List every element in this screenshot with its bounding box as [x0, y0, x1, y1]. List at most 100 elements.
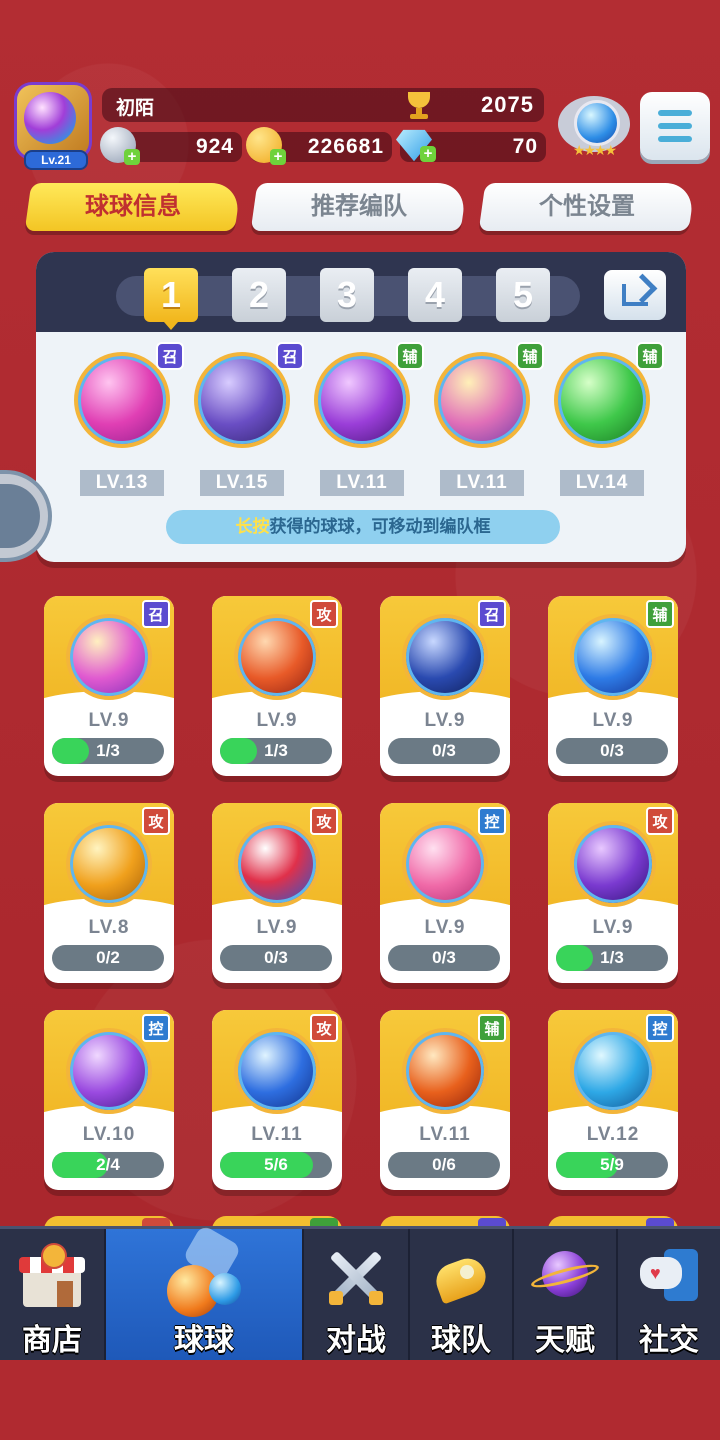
- squad-slot-2[interactable]: 2: [232, 268, 286, 322]
- share-button[interactable]: [604, 270, 666, 320]
- squad-ball-1[interactable]: 召: [74, 342, 184, 448]
- add-diamond-button[interactable]: +: [420, 146, 436, 162]
- nav-shop[interactable]: 商店: [0, 1229, 104, 1363]
- energy-icon: +: [100, 127, 140, 165]
- ball-level: LV.11: [251, 1124, 303, 1145]
- progress-text: 0/3: [600, 741, 624, 760]
- upgrade-progress-bar: 1/3: [52, 738, 164, 764]
- ball-card[interactable]: 攻 LV.8 0/2: [44, 803, 174, 983]
- ball-level: LV.9: [424, 917, 466, 938]
- player-level: Lv.21: [24, 150, 88, 170]
- ball-level: LV.12: [586, 1124, 640, 1145]
- ball-type-tag: 攻: [142, 807, 170, 835]
- player-avatar[interactable]: Lv.21: [10, 78, 98, 170]
- squad-hint: 长按获得的球球，可移动到编队框: [166, 510, 560, 544]
- energy-value: 924: [195, 135, 234, 158]
- ball-card[interactable]: 召 LV.9 1/3: [44, 596, 174, 776]
- ball-type-tag: 攻: [310, 807, 338, 835]
- ball-card[interactable]: 召 LV.9 0/3: [380, 596, 510, 776]
- ball-card[interactable]: 攻 LV.11 5/6: [212, 1010, 342, 1190]
- ball-level: LV.11: [419, 1124, 471, 1145]
- squad-ball-level: LV.14: [560, 470, 644, 496]
- nav-team[interactable]: 球队: [410, 1229, 512, 1363]
- balls-icon: [159, 1224, 249, 1319]
- nav-balls[interactable]: 球球: [106, 1224, 302, 1363]
- crossed-swords-icon: [321, 1243, 391, 1313]
- menu-line: [658, 110, 692, 116]
- squad-ball-2[interactable]: 召: [194, 342, 304, 448]
- progress-text: 5/9: [600, 1155, 624, 1174]
- ball-level: LV.10: [82, 1124, 136, 1145]
- ball-type-tag: 召: [156, 342, 184, 370]
- add-coin-button[interactable]: +: [270, 149, 286, 165]
- ball-type-tag: 召: [276, 342, 304, 370]
- trophy-count: 2075: [481, 92, 534, 117]
- squad-ball-level: LV.11: [440, 470, 524, 496]
- planet-icon: [529, 1243, 601, 1313]
- ball-card[interactable]: 攻 LV.9 1/3: [212, 596, 342, 776]
- progress-text: 1/3: [600, 948, 624, 967]
- ball-type-tag: 攻: [646, 807, 674, 835]
- ball-level: LV.9: [88, 710, 130, 731]
- hint-highlight: 长按: [235, 517, 270, 536]
- ball-level: LV.9: [592, 917, 634, 938]
- squad-slot-4[interactable]: 4: [408, 268, 462, 322]
- upgrade-progress-bar: 1/3: [556, 945, 668, 971]
- wings-orb-icon: [402, 1028, 488, 1114]
- ball-card[interactable]: 控 LV.12 5/9: [548, 1010, 678, 1190]
- squad-ball-level: LV.15: [200, 470, 284, 496]
- void-orb-icon: [402, 614, 488, 700]
- ball-card[interactable]: 辅 LV.11 0/6: [380, 1010, 510, 1190]
- hint-text: 获得的球球，可移动到编队框: [269, 517, 491, 536]
- upgrade-progress-bar: 0/2: [52, 945, 164, 971]
- progress-text: 0/3: [432, 741, 456, 760]
- ball-type-tag: 辅: [396, 342, 424, 370]
- upgrade-progress-bar: 0/6: [388, 1152, 500, 1178]
- squad-ball-level: LV.13: [80, 470, 164, 496]
- avatar-gem-icon: [24, 92, 76, 144]
- whistle-icon: [426, 1243, 496, 1313]
- tab-ball-info[interactable]: 球球信息: [24, 183, 242, 231]
- add-energy-button[interactable]: +: [124, 149, 140, 165]
- upgrade-progress-bar: 5/6: [220, 1152, 332, 1178]
- yinyang-orb-icon: [234, 821, 320, 907]
- coin-bar: + 226681: [246, 127, 392, 165]
- ball-level: LV.9: [256, 710, 298, 731]
- shop-icon: [17, 1243, 87, 1313]
- bottom-filler: [0, 1360, 720, 1440]
- tab-personal-settings[interactable]: 个性设置: [478, 183, 696, 231]
- rank-medal-icon[interactable]: ★★★★: [556, 90, 632, 166]
- squad-slot-5[interactable]: 5: [496, 268, 550, 322]
- ball-card[interactable]: 控 LV.9 0/3: [380, 803, 510, 983]
- squad-slot-1[interactable]: 1: [144, 268, 198, 330]
- progress-text: 5/6: [264, 1155, 288, 1174]
- ball-type-tag: 辅: [478, 1014, 506, 1042]
- squad-ball-3[interactable]: 辅: [314, 342, 424, 448]
- nav-battle[interactable]: 对战: [304, 1229, 408, 1363]
- progress-text: 0/6: [432, 1155, 456, 1174]
- tab-recommended-squad[interactable]: 推荐编队: [250, 183, 468, 231]
- ball-card[interactable]: 攻 LV.9 1/3: [548, 803, 678, 983]
- flame-orb-icon: [234, 614, 320, 700]
- chat-heart-icon: ♥: [634, 1243, 704, 1313]
- coin-value: 226681: [307, 135, 384, 158]
- ball-card[interactable]: 辅 LV.9 0/3: [548, 596, 678, 776]
- ball-type-tag: 辅: [516, 342, 544, 370]
- nav-talent[interactable]: 天赋: [514, 1229, 616, 1363]
- menu-button[interactable]: [640, 92, 710, 160]
- nav-social[interactable]: ♥ 社交: [618, 1229, 720, 1363]
- ball-card[interactable]: 控 LV.10 2/4: [44, 1010, 174, 1190]
- progress-text: 2/4: [96, 1155, 120, 1174]
- upgrade-progress-bar: 1/3: [220, 738, 332, 764]
- squad-ball-5[interactable]: 辅: [554, 342, 664, 448]
- ball-card[interactable]: 攻 LV.9 0/3: [212, 803, 342, 983]
- ball-type-tag: 召: [142, 600, 170, 628]
- diamond-bar: + 70: [396, 129, 546, 162]
- ball-type-tag: 控: [646, 1014, 674, 1042]
- squad-slot-3[interactable]: 3: [320, 268, 374, 322]
- progress-text: 0/2: [96, 948, 120, 967]
- ball-type-tag: 控: [478, 807, 506, 835]
- sword-cross-orb-icon: [570, 821, 656, 907]
- coin-icon: +: [246, 127, 286, 165]
- squad-ball-4[interactable]: 辅: [434, 342, 544, 448]
